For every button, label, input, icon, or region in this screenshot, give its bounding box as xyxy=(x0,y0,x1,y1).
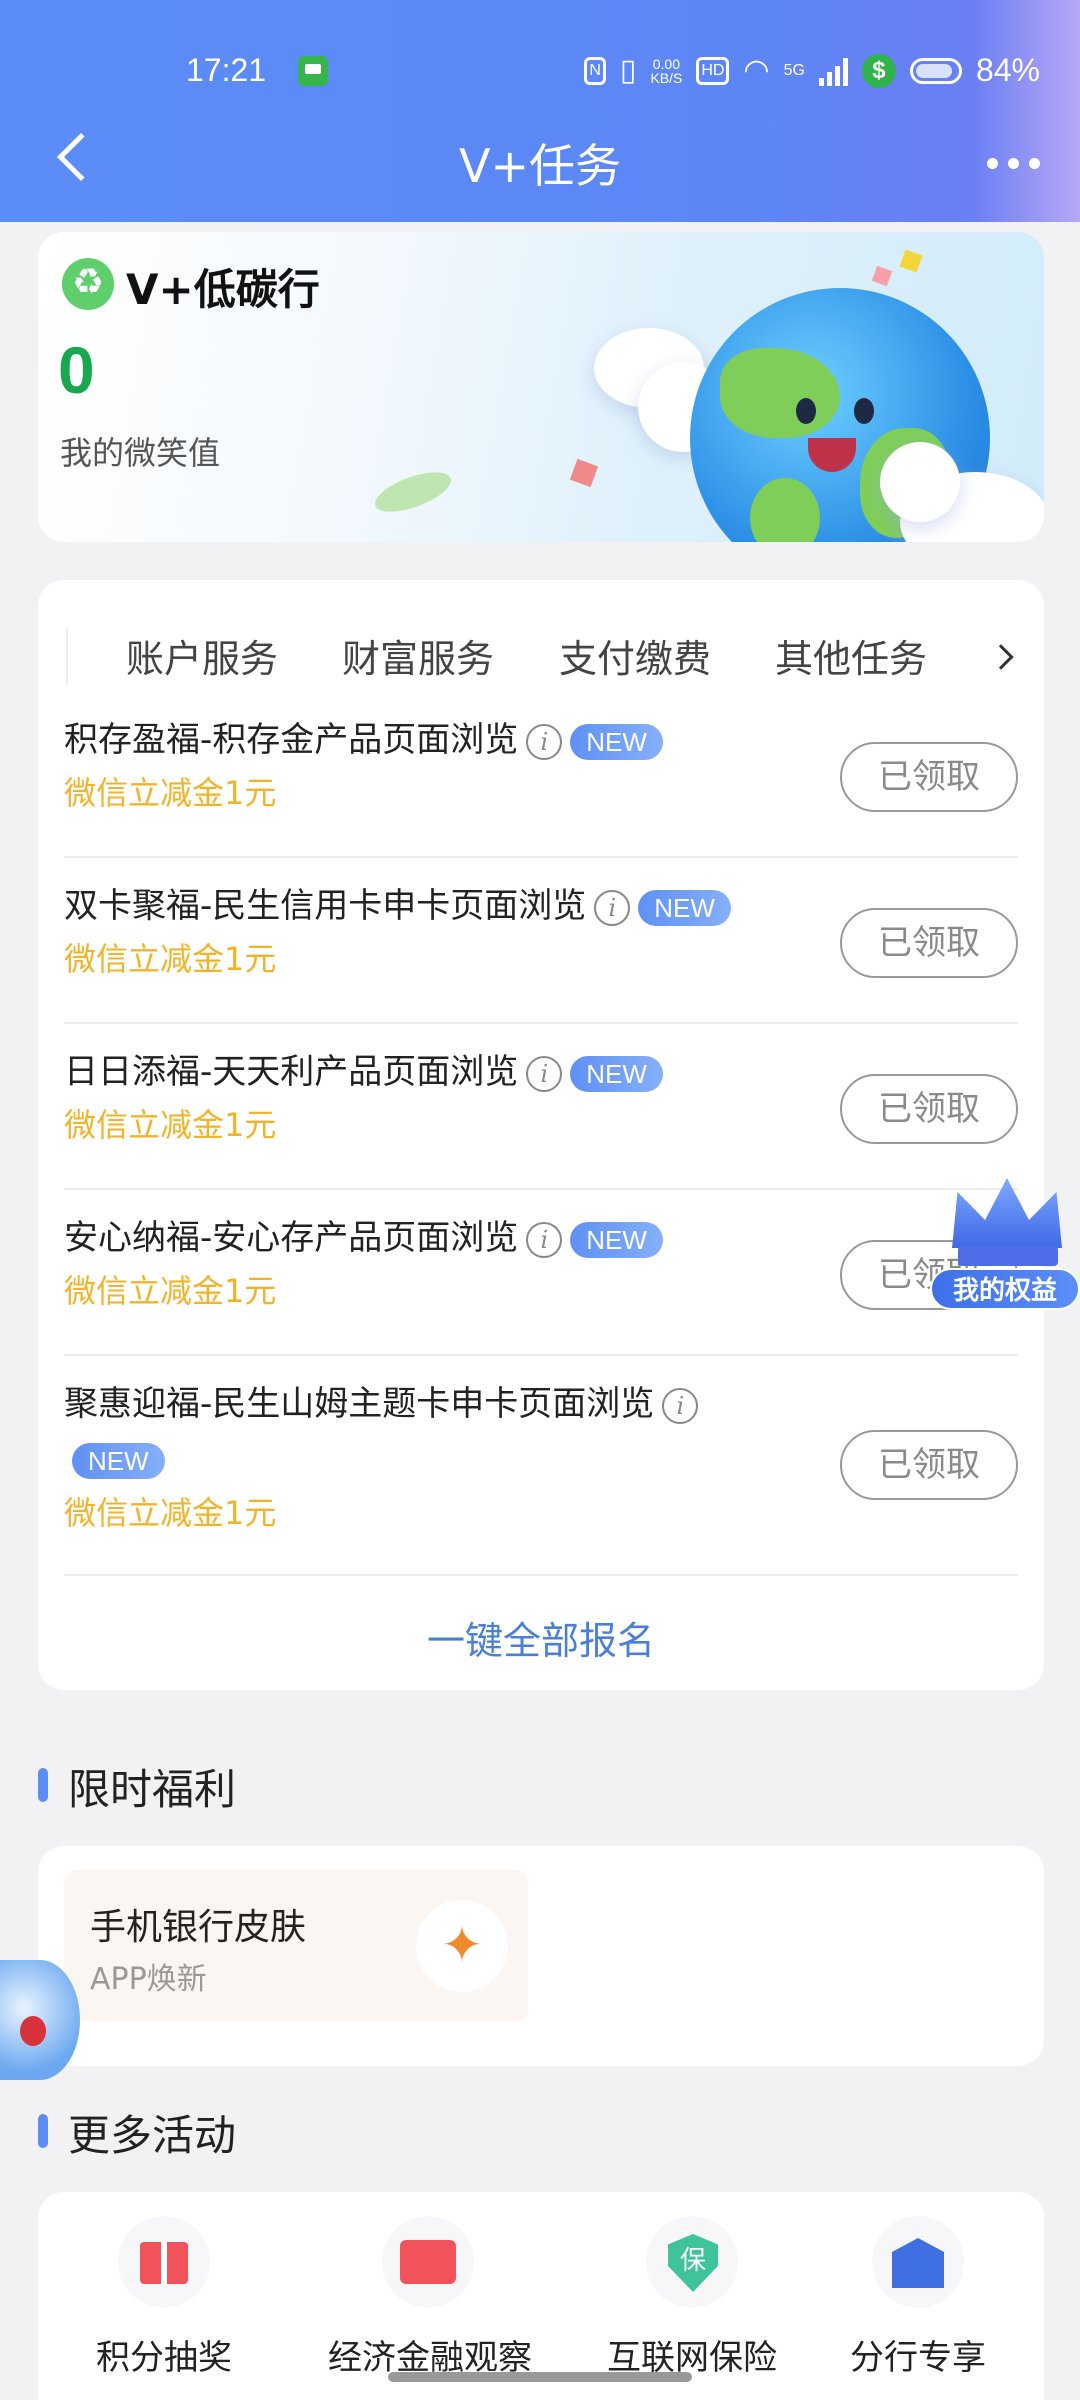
activity-points-lottery[interactable]: 积分抽奖 xyxy=(64,2216,264,2379)
hd-icon: HD xyxy=(696,56,730,85)
new-badge: NEW xyxy=(570,1055,663,1092)
task-item: 安心纳福-安心存产品页面浏览 i NEW 微信立减金1元 已领取 xyxy=(64,1210,1018,1356)
network-speed: 0.00 KB/S xyxy=(650,55,683,86)
chevron-right-icon[interactable] xyxy=(988,644,1014,670)
task-tabs: 账户服务 财富服务 支付缴费 其他任务 xyxy=(38,628,1044,688)
claimed-button[interactable]: 已领取 xyxy=(840,1430,1018,1500)
task-name: 聚惠迎福-民生山姆主题卡申卡页面浏览 xyxy=(64,1384,655,1424)
task-item: 积存盈福-积存金产品页面浏览 i NEW 微信立减金1元 已领取 xyxy=(64,712,1018,858)
signal-icon xyxy=(818,56,848,86)
info-icon[interactable]: i xyxy=(526,723,563,760)
low-carbon-banner[interactable]: ♻ V+低碳行 0 我的微笑值 xyxy=(38,232,1044,542)
cube-decoration xyxy=(899,249,923,273)
status-bar: 17:21 N ▯ 0.00 KB/S HD ◠ 5G $ 84% xyxy=(0,48,1080,92)
claimed-button[interactable]: 已领取 xyxy=(840,1074,1018,1144)
section-marker xyxy=(38,1768,48,1802)
section-title-limited: 限时福利 xyxy=(68,1765,237,1814)
new-badge: NEW xyxy=(638,889,731,926)
section-title-more: 更多活动 xyxy=(68,2111,237,2160)
tab-wealth-service[interactable]: 财富服务 xyxy=(342,628,494,683)
claimed-button[interactable]: 已领取 xyxy=(840,742,1018,812)
wifi-icon: ◠ xyxy=(743,54,770,87)
cube-decoration xyxy=(871,265,893,287)
my-rights-floating-button[interactable]: 我的权益 xyxy=(930,1160,1080,1310)
task-card: 账户服务 财富服务 支付缴费 其他任务 积存盈福-积存金产品页面浏览 i NEW 微… xyxy=(38,580,1044,1690)
activity-branch-exclusive[interactable]: 分行专享 xyxy=(818,2216,1018,2379)
app-skin-item[interactable]: 手机银行皮肤 APP焕新 ✦ xyxy=(64,1870,528,2022)
more-options-icon[interactable] xyxy=(987,158,1040,169)
message-notification-icon xyxy=(298,56,328,86)
header-bar: 17:21 N ▯ 0.00 KB/S HD ◠ 5G $ 84% V+任务 xyxy=(0,0,1080,222)
battery-icon xyxy=(909,57,962,84)
info-icon[interactable]: i xyxy=(594,889,631,926)
info-icon[interactable]: i xyxy=(526,1055,563,1092)
cloud-decoration xyxy=(880,442,960,522)
vibrate-icon: ▯ xyxy=(619,54,637,87)
info-icon[interactable]: i xyxy=(662,1387,699,1424)
magic-wand-icon: ✦ xyxy=(416,1900,508,1992)
section-marker xyxy=(38,2114,48,2148)
task-name: 双卡聚福-民生信用卡申卡页面浏览 xyxy=(64,886,587,926)
cube-decoration xyxy=(569,458,599,488)
more-activities-card: 积分抽奖 经济金融观察 保 互联网保险 分行专享 xyxy=(38,2192,1044,2400)
activity-internet-insurance[interactable]: 保 互联网保险 xyxy=(592,2216,792,2379)
task-item: 聚惠迎福-民生山姆主题卡申卡页面浏览 i NEW 微信立减金1元 已领取 xyxy=(64,1376,1018,1576)
crown-icon xyxy=(952,1178,1062,1248)
activity-label: 分行专享 xyxy=(850,2338,986,2378)
nfc-icon: N xyxy=(584,56,606,85)
task-name: 安心纳福-安心存产品页面浏览 xyxy=(64,1218,519,1258)
task-item: 双卡聚福-民生信用卡申卡页面浏览 i NEW 微信立减金1元 已领取 xyxy=(64,878,1018,1024)
leaf-decoration xyxy=(370,464,456,520)
battery-percent: 84% xyxy=(975,52,1040,88)
page-title: V+任务 xyxy=(458,139,621,193)
tab-payment[interactable]: 支付缴费 xyxy=(559,628,711,683)
payment-app-icon: $ xyxy=(861,53,896,88)
recycle-icon: ♻ xyxy=(62,258,114,310)
gift-icon xyxy=(140,2242,188,2284)
claimed-button[interactable]: 已领取 xyxy=(840,908,1018,978)
bank-icon xyxy=(892,2238,944,2288)
insurance-shield-icon: 保 xyxy=(668,2234,718,2292)
app-skin-subtitle: APP焕新 xyxy=(90,1962,207,1997)
home-indicator[interactable] xyxy=(388,2372,692,2382)
activity-label: 积分抽奖 xyxy=(96,2338,232,2378)
app-skin-title: 手机银行皮肤 xyxy=(90,1907,307,1948)
chart-icon xyxy=(400,2240,456,2284)
network-type: 5G xyxy=(783,61,805,79)
smile-value-label: 我的微笑值 xyxy=(60,434,221,472)
task-item: 日日添福-天天利产品页面浏览 i NEW 微信立减金1元 已领取 xyxy=(64,1044,1018,1190)
task-name: 日日添福-天天利产品页面浏览 xyxy=(64,1052,519,1092)
signup-all-link[interactable]: 一键全部报名 xyxy=(38,1610,1044,1665)
info-icon[interactable]: i xyxy=(526,1221,563,1258)
smile-value: 0 xyxy=(58,333,95,407)
limited-welfare-card: 手机银行皮肤 APP焕新 ✦ xyxy=(38,1846,1044,2066)
my-rights-label: 我的权益 xyxy=(930,1268,1080,1310)
new-badge: NEW xyxy=(570,723,663,760)
banner-title: V+低碳行 xyxy=(126,265,320,314)
new-badge: NEW xyxy=(72,1442,165,1479)
new-badge: NEW xyxy=(570,1221,663,1258)
activity-economic-observation[interactable]: 经济金融观察 xyxy=(328,2216,532,2379)
mascot-floating-icon[interactable] xyxy=(0,1960,80,2080)
tab-other-tasks[interactable]: 其他任务 xyxy=(775,628,927,683)
status-time: 17:21 xyxy=(186,52,267,88)
tab-account-service[interactable]: 账户服务 xyxy=(126,628,278,683)
task-name: 积存盈福-积存金产品页面浏览 xyxy=(64,720,519,760)
